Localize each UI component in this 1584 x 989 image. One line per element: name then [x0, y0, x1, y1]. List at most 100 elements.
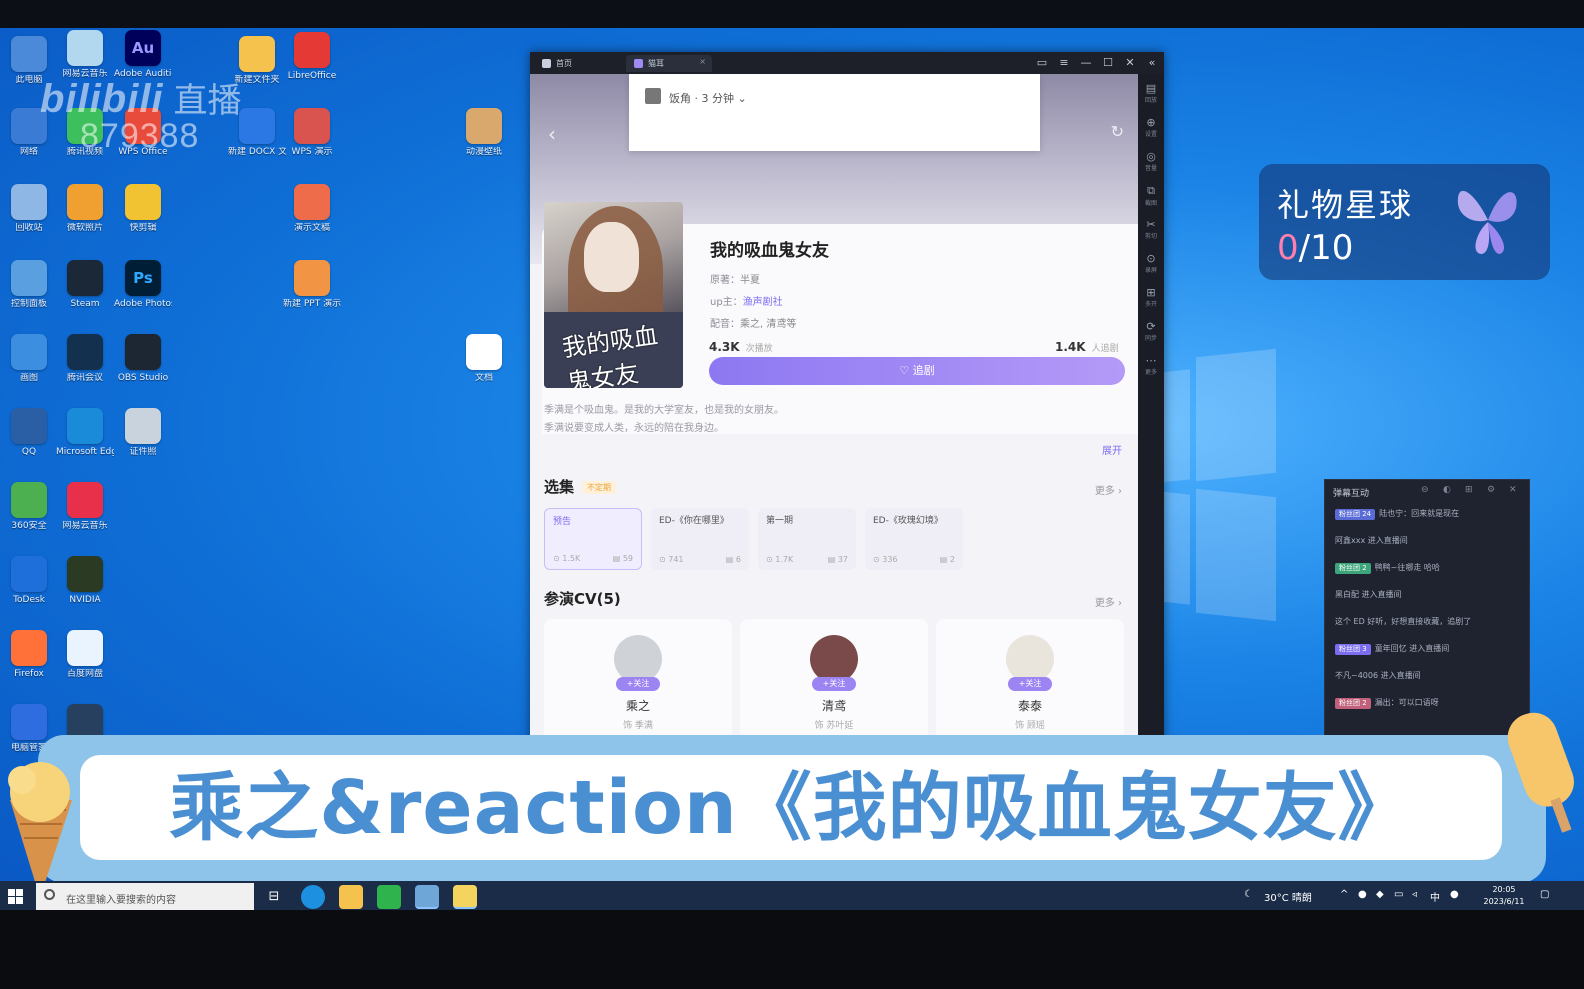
window-menu-icon[interactable]: ≡	[1056, 55, 1072, 71]
back-arrow-icon[interactable]: ‹	[548, 122, 556, 146]
taskbar-clock[interactable]: 20:05 2023/6/11	[1474, 884, 1534, 908]
avatar[interactable]	[1006, 635, 1054, 683]
avatar[interactable]	[614, 635, 662, 683]
danmaku-control-icon[interactable]: ⚙	[1487, 485, 1495, 495]
window-collapse-icon[interactable]: «	[1144, 55, 1160, 71]
danmaku-message: 粉丝团 24 陆也宁：回来就是现在	[1335, 508, 1459, 520]
desktop-icon[interactable]: 证件照	[114, 408, 172, 457]
desktop-icon[interactable]: Steam	[56, 260, 114, 309]
cv-follow-button[interactable]: +关注	[812, 677, 856, 691]
desktop-icon[interactable]: 微软照片	[56, 184, 114, 233]
side-tool-button[interactable]: ⟳ 同步	[1138, 312, 1164, 346]
cv-card[interactable]: +关注 泰泰饰 顾瑶	[936, 619, 1124, 749]
side-tool-button[interactable]: ◎ 音量	[1138, 142, 1164, 176]
side-tool-button[interactable]: ⧉ 截图	[1138, 176, 1164, 210]
desktop-icon[interactable]: ToDesk	[0, 556, 58, 605]
fans-count: 1.4K 人追剧	[1055, 340, 1119, 354]
desktop-icon[interactable]: NVIDIA	[56, 556, 114, 605]
app-icon	[67, 630, 103, 666]
author-row: 原著：半夏	[710, 271, 760, 286]
windows-start-icon[interactable]	[8, 889, 24, 905]
desktop-icon[interactable]: 文档	[455, 334, 513, 383]
cv-follow-button[interactable]: +关注	[1008, 677, 1052, 691]
share-icon[interactable]: ↻	[1111, 122, 1124, 141]
episodes-more-link[interactable]: 更多 ›	[1095, 482, 1122, 497]
desktop-icon[interactable]: Microsoft Edge	[56, 408, 114, 457]
desktop-icon[interactable]: Ps Adobe Photoshop	[114, 260, 172, 309]
desktop-icon[interactable]: 百度网盘	[56, 630, 114, 679]
side-tool-button[interactable]: ✂ 剪切	[1138, 210, 1164, 244]
tray-volume-icon[interactable]: ◃	[1412, 889, 1417, 900]
cv-card[interactable]: +关注 清鸢饰 苏叶延	[740, 619, 928, 749]
desktop-icon[interactable]: 控制面板	[0, 260, 58, 309]
cv-follow-button[interactable]: +关注	[616, 677, 660, 691]
desktop-icon[interactable]: 快剪辑	[114, 184, 172, 233]
cv-more-link[interactable]: 更多 ›	[1095, 594, 1122, 609]
taskbar-search-box[interactable]: 在这里输入要搜索的内容	[36, 883, 254, 910]
desktop-icon[interactable]: 动漫壁纸	[455, 108, 513, 157]
weather-text[interactable]: 30°C 晴朗	[1264, 889, 1312, 904]
drama-cover-image[interactable]: 我的吸血鬼女友	[544, 202, 683, 388]
desktop-icon[interactable]: QQ	[0, 408, 58, 457]
up-link[interactable]: 渔声剧社	[743, 297, 783, 308]
desktop-icon-label: LibreOffice	[287, 71, 337, 81]
side-tool-button[interactable]: ⊞ 多开	[1138, 278, 1164, 312]
desktop-icon[interactable]: AuAdobe Audition	[114, 30, 172, 79]
app-icon	[239, 36, 275, 72]
tray-app-icon[interactable]: ●	[1450, 889, 1459, 900]
cv-role: 饰 苏叶延	[814, 721, 854, 731]
task-view-icon[interactable]: ⊟	[262, 885, 286, 909]
avatar[interactable]	[810, 635, 858, 683]
episode-comments: ▤ 2	[939, 555, 955, 564]
side-tool-button[interactable]: ⊕ 设置	[1138, 108, 1164, 142]
tray-shield-icon[interactable]: ◆	[1376, 889, 1384, 900]
desktop-icon[interactable]: 腾讯会议	[56, 334, 114, 383]
desktop-icon[interactable]: 360安全	[0, 482, 58, 531]
desktop-icon[interactable]: WPS 演示	[283, 108, 341, 157]
tab-close-icon[interactable]: ×	[699, 57, 706, 66]
window-maximize-icon[interactable]: ☐	[1100, 55, 1116, 71]
danmaku-text: 黑白配 进入直播间	[1335, 590, 1402, 599]
tab-home[interactable]: 首页	[534, 55, 622, 72]
danmaku-control-icon[interactable]: ✕	[1509, 485, 1517, 495]
danmaku-control-icon[interactable]: ⊖	[1421, 485, 1429, 495]
window-close-icon[interactable]: ✕	[1122, 55, 1138, 71]
tray-network-icon[interactable]: ▭	[1394, 889, 1403, 900]
episode-card[interactable]: ED-《你在哪里》 ⊙ 741 ▤ 6	[651, 508, 749, 570]
notification-popup[interactable]: 饭角 · 3 分钟 ⌄	[629, 74, 1040, 151]
tab-maoer[interactable]: 猫耳 ×	[626, 55, 712, 72]
cv-card[interactable]: +关注 乘之饰 季满	[544, 619, 732, 749]
window-minimize-icon[interactable]: —	[1078, 55, 1094, 71]
tray-chevron-icon[interactable]: ^	[1340, 889, 1348, 900]
wechat-taskbar-icon[interactable]	[377, 885, 401, 909]
desktop-icon[interactable]: OBS Studio	[114, 334, 172, 383]
tray-mic-icon[interactable]: ●	[1358, 889, 1367, 900]
desktop-icon[interactable]: Firefox	[0, 630, 58, 679]
danmaku-control-icon[interactable]: ◐	[1443, 485, 1451, 495]
desktop-icon[interactable]: 网易云音乐	[56, 30, 114, 79]
desktop-icon[interactable]: LibreOffice	[283, 32, 341, 81]
danmaku-message: 粉丝团 3 童年回忆 进入直播间	[1335, 643, 1449, 655]
edge-taskbar-icon[interactable]	[301, 885, 325, 909]
episode-card[interactable]: ED-《玫瑰幻境》 ⊙ 336 ▤ 2	[865, 508, 963, 570]
follow-drama-button[interactable]: ♡ 追剧	[709, 357, 1125, 385]
window-keyboard-icon[interactable]: ▭	[1034, 55, 1050, 71]
side-tool-button[interactable]: ▤ 回放	[1138, 74, 1164, 108]
desktop-icon[interactable]: 演示文稿	[283, 184, 341, 233]
tray-ime[interactable]: 中	[1430, 889, 1440, 904]
desktop-icon[interactable]: 网易云音乐	[56, 482, 114, 531]
explorer-taskbar-icon[interactable]	[339, 885, 363, 909]
desktop-icon[interactable]: 新建 PPT 演示文稿	[283, 260, 341, 309]
desktop-icon-label: 网易云音乐	[62, 521, 108, 531]
expand-description-link[interactable]: 展开	[1102, 442, 1122, 457]
notification-icon[interactable]: ▢	[1540, 889, 1549, 900]
obs-taskbar-icon[interactable]	[453, 885, 477, 909]
desktop-icon[interactable]: 回收站	[0, 184, 58, 233]
desktop-icon[interactable]: 画图	[0, 334, 58, 383]
side-tool-button[interactable]: ⋯ 更多	[1138, 346, 1164, 380]
episode-card[interactable]: 预告 ⊙ 1.5K ▤ 59	[544, 508, 642, 570]
side-tool-button[interactable]: ⊙ 录屏	[1138, 244, 1164, 278]
episode-card[interactable]: 第一期 ⊙ 1.7K ▤ 37	[758, 508, 856, 570]
emulator-taskbar-icon[interactable]	[415, 885, 439, 909]
danmaku-control-icon[interactable]: ⊞	[1465, 485, 1473, 495]
